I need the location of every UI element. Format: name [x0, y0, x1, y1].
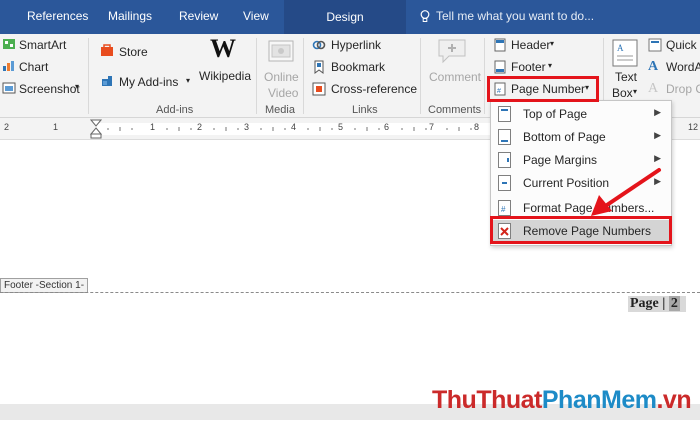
format-page-numbers-icon: #: [498, 200, 511, 216]
chart-button[interactable]: Chart: [19, 60, 48, 74]
smartart-button[interactable]: SmartArt: [19, 38, 66, 52]
tab-references[interactable]: References: [27, 9, 88, 23]
header-button[interactable]: Header: [511, 38, 550, 52]
quick-parts-button[interactable]: Quick: [666, 38, 697, 52]
footer-icon: [494, 60, 506, 74]
drop-cap-icon: A: [648, 81, 659, 96]
text-box-label-1[interactable]: Text: [615, 70, 637, 84]
watermark-part: .vn: [656, 386, 692, 414]
online-video-label-1[interactable]: Online: [264, 70, 299, 84]
tab-mailings[interactable]: Mailings: [108, 9, 152, 23]
current-position-icon: [498, 175, 511, 191]
submenu-arrow-icon: ▶: [654, 107, 661, 117]
ruler-number: 12: [688, 122, 699, 132]
svg-text:A: A: [617, 43, 624, 53]
screenshot-dropdown-icon[interactable]: ▾: [75, 82, 79, 91]
group-separator: [303, 38, 304, 114]
group-label-addins: Add-ins: [156, 104, 194, 116]
screenshot-button[interactable]: Screenshot: [19, 82, 80, 96]
wikipedia-icon: W: [210, 34, 236, 63]
ribbon-tab-bar: References Mailings Review View Design T…: [0, 0, 700, 34]
menu-label: Top of Page: [523, 107, 588, 121]
group-separator: [256, 38, 257, 114]
page-number-field[interactable]: Page | 2: [628, 296, 686, 312]
group-label-links: Links: [352, 104, 378, 116]
my-addins-icon: [102, 76, 112, 86]
text-box-dropdown-icon[interactable]: ▾: [633, 87, 637, 96]
wikipedia-button[interactable]: Wikipedia: [199, 69, 251, 83]
tab-review[interactable]: Review: [179, 9, 218, 23]
drop-cap-button[interactable]: Drop C: [666, 82, 700, 96]
online-video-label-2[interactable]: Video: [268, 86, 298, 100]
hyperlink-button[interactable]: Hyperlink: [331, 38, 381, 52]
page-number-value: 2: [668, 296, 680, 311]
red-arrow-icon: [591, 168, 661, 216]
text-box-icon: A: [612, 39, 638, 67]
page-label: Page |: [630, 296, 666, 311]
my-addins-button[interactable]: My Add-ins: [119, 75, 178, 89]
watermark-logo: ThuThuatPhanMem.vn: [432, 386, 692, 415]
cross-reference-button[interactable]: Cross-reference: [331, 82, 417, 96]
top-of-page-icon: [498, 106, 511, 122]
group-separator: [88, 38, 89, 114]
store-icon: [101, 44, 113, 56]
footer-boundary: [0, 292, 700, 293]
group-label-media: Media: [265, 104, 295, 116]
group-label-comments: Comments: [428, 104, 482, 116]
wordart-button[interactable]: WordA: [666, 60, 700, 74]
footer-dropdown-icon[interactable]: ▾: [548, 61, 552, 70]
ruler-number: 2: [4, 122, 10, 132]
wordart-icon: A: [648, 59, 659, 74]
screenshot-icon: [2, 82, 16, 94]
watermark-part: Thuat: [476, 386, 542, 414]
lightbulb-icon: [420, 10, 430, 22]
submenu-arrow-icon: ▶: [654, 153, 661, 163]
menu-bottom-of-page[interactable]: Bottom of Page ▶: [491, 126, 671, 148]
watermark-part: Thu: [432, 386, 477, 414]
page-number-highlight-box: [487, 76, 599, 102]
ruler-number: 1: [53, 122, 59, 132]
group-separator: [484, 38, 485, 114]
my-addins-dropdown-icon[interactable]: ▾: [186, 76, 190, 85]
menu-top-of-page[interactable]: Top of Page ▶: [491, 103, 671, 125]
remove-page-numbers-highlight-box: [490, 216, 672, 244]
footer-section-tag: Footer -Section 1-: [0, 278, 89, 293]
watermark-part: PhanMem: [541, 386, 657, 414]
footer-button[interactable]: Footer: [511, 60, 546, 74]
store-button[interactable]: Store: [119, 45, 148, 59]
tell-me-search[interactable]: Tell me what you want to do...: [436, 9, 594, 23]
bookmark-button[interactable]: Bookmark: [331, 60, 385, 74]
chart-icon: [3, 61, 14, 71]
bottom-of-page-icon: [498, 129, 511, 145]
header-icon: [494, 38, 506, 52]
online-video-icon: [268, 40, 294, 62]
next-page-edge: [0, 420, 700, 435]
bookmark-icon: [314, 60, 324, 74]
text-box-label-2[interactable]: Box: [612, 86, 633, 100]
quick-parts-icon: [648, 38, 662, 52]
header-dropdown-icon[interactable]: ▾: [550, 39, 554, 48]
svg-text:#: #: [501, 205, 506, 214]
hyperlink-icon: [312, 40, 326, 50]
cross-reference-icon: [312, 82, 326, 96]
comment-icon: [438, 39, 466, 64]
submenu-arrow-icon: ▶: [654, 130, 661, 140]
page-margins-icon: [498, 152, 511, 168]
comment-button[interactable]: Comment: [429, 70, 481, 84]
group-separator: [420, 38, 421, 114]
tab-view[interactable]: View: [243, 9, 269, 23]
smartart-icon: [3, 39, 15, 49]
tab-design[interactable]: Design: [284, 0, 406, 34]
menu-label: Bottom of Page: [523, 130, 606, 144]
